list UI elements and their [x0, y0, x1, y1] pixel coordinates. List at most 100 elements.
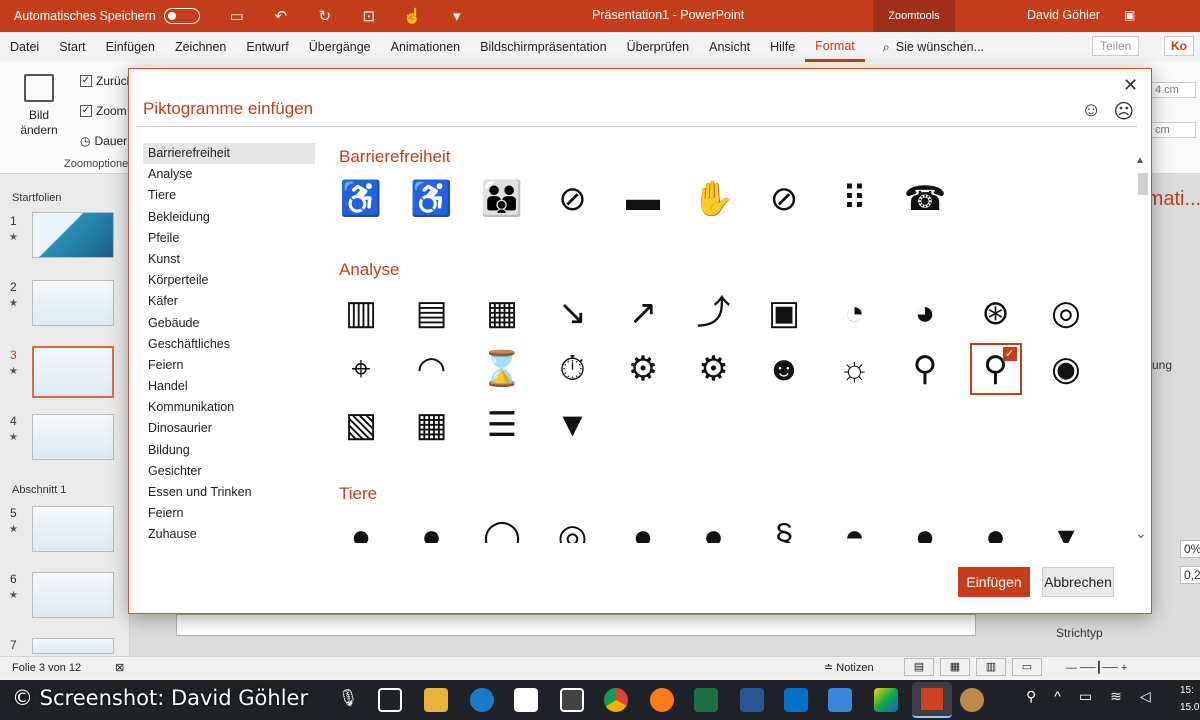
mouse-icon[interactable]: ● — [688, 511, 740, 543]
tab-bildschirmpraesentation[interactable]: Bildschirmpräsentation — [470, 32, 616, 62]
clock[interactable]: 15: 15.05 — [1180, 682, 1200, 716]
gauge-icon[interactable]: ◠ — [406, 343, 458, 395]
gears-icon[interactable]: ⚙ — [688, 343, 740, 395]
presentation-pie-icon[interactable]: ◔ — [829, 287, 881, 339]
ribbon-display-icon[interactable]: ▣ — [1124, 8, 1135, 22]
hourglass-icon[interactable]: ⌛ — [476, 343, 528, 395]
zoom-transition-checkbox[interactable]: ✓ Zoom — [80, 104, 127, 118]
excel-icon[interactable] — [694, 688, 718, 712]
category-item[interactable]: Barrierefreiheit — [143, 143, 315, 165]
category-item[interactable]: Feiern — [143, 355, 315, 376]
bat-icon[interactable]: ▾ — [1040, 511, 1092, 543]
comments-button[interactable]: Ko — [1164, 36, 1194, 56]
present-icon[interactable]: ⊡ — [358, 7, 380, 25]
tab-entwurf[interactable]: Entwurf — [236, 32, 298, 62]
turtle-icon[interactable]: ◓ — [829, 511, 881, 543]
mail-icon[interactable] — [514, 688, 538, 712]
powerpoint-taskbar-button[interactable] — [912, 682, 952, 718]
section-abschnitt-1[interactable]: Abschnitt 1 — [12, 484, 66, 496]
touch-icon[interactable]: ☝ — [402, 7, 424, 25]
cancel-button[interactable]: Abbrechen — [1042, 567, 1114, 597]
section-startfolien[interactable]: Startfolien — [12, 192, 62, 204]
category-item[interactable]: Bekleidung — [143, 207, 315, 228]
word-icon[interactable] — [740, 688, 764, 712]
volume-icon[interactable]: ◁ — [1140, 688, 1151, 705]
frog-icon[interactable]: ● — [899, 511, 951, 543]
tab-einfuegen[interactable]: Einfügen — [96, 32, 165, 62]
slide-thumbnail-1[interactable] — [32, 212, 114, 258]
category-item[interactable]: Feiern — [143, 503, 315, 524]
line-chart-up-icon[interactable]: ↗ — [617, 287, 669, 339]
outlook-icon[interactable] — [784, 688, 808, 712]
category-item[interactable]: Käfer — [143, 291, 315, 312]
strategy-icon[interactable]: ▧ — [335, 399, 387, 451]
undo-icon[interactable]: ↶ — [270, 7, 292, 25]
normal-view-icon[interactable]: ▤ — [904, 658, 934, 676]
tab-uebergaenge[interactable]: Übergänge — [299, 32, 381, 62]
category-item[interactable]: Dinosaurier — [143, 418, 315, 439]
tab-ansicht[interactable]: Ansicht — [699, 32, 760, 62]
app-icon[interactable] — [874, 688, 898, 712]
gallery-scrollbar[interactable]: ▲ ⌄ — [1135, 155, 1149, 541]
magnifier-pulse-icon[interactable]: ⚲ ✓ — [969, 343, 1022, 395]
eye-icon[interactable]: ◉ — [1040, 343, 1092, 395]
funnel-icon[interactable]: ▼ — [547, 399, 599, 451]
tab-zeichnen[interactable]: Zeichnen — [165, 32, 236, 62]
scroll-thumb[interactable] — [1138, 173, 1148, 195]
tell-me-box[interactable]: ⌕ Sie wünschen... — [883, 40, 984, 55]
autosave[interactable]: Automatisches Speichern — [14, 8, 200, 24]
slide-thumbnail-6[interactable] — [32, 572, 114, 618]
stopwatch-icon[interactable]: ⏱ — [547, 343, 599, 395]
bar-chart-up-icon[interactable]: ▦ — [476, 287, 528, 339]
edge-icon[interactable] — [470, 688, 494, 712]
tab-start[interactable]: Start — [49, 32, 95, 62]
slide-thumbnail-4[interactable] — [32, 414, 114, 460]
notes-button[interactable]: ≐ Notizen — [824, 661, 874, 674]
slide-canvas[interactable] — [176, 614, 976, 636]
database-icon[interactable]: ☰ — [476, 399, 528, 451]
transparency-field[interactable]: 0% — [1180, 540, 1200, 558]
scroll-up-icon[interactable]: ▲ — [1135, 155, 1145, 166]
reading-view-icon[interactable]: ▥ — [976, 658, 1006, 676]
category-item[interactable]: Gesichter — [143, 461, 315, 482]
save-icon[interactable]: ▭ — [226, 7, 248, 25]
accessibility-icon[interactable]: ⊠ — [115, 661, 124, 674]
duration-field[interactable]: ◷ Dauer — [80, 134, 127, 148]
zoom-slider[interactable]: — ──┃── + — [1066, 661, 1127, 674]
slideshow-view-icon[interactable]: ▭ — [1012, 658, 1042, 676]
wifi-icon[interactable]: ≋ — [1110, 688, 1122, 705]
return-to-zoom-checkbox[interactable]: ✓ Zurück — [80, 74, 133, 88]
sorter-view-icon[interactable]: ▦ — [940, 658, 970, 676]
category-item[interactable]: Kommunikation — [143, 397, 315, 418]
magnifier-icon[interactable]: ⚲ — [899, 343, 951, 395]
slide-thumbnail-5[interactable] — [32, 506, 114, 552]
wheelchair-icon[interactable]: ♿ — [335, 173, 387, 225]
line-chart-points-icon[interactable]: ⤴ — [688, 287, 740, 339]
pie-chart-icon[interactable]: ◕ — [899, 287, 951, 339]
crosshair-icon[interactable]: ⌖ — [335, 343, 387, 395]
store-icon[interactable] — [560, 688, 584, 712]
line-chart-down-icon[interactable]: ↘ — [547, 287, 599, 339]
family-wheelchair-icon[interactable]: 👪 — [476, 173, 528, 225]
bar-chart-down-icon[interactable]: ▤ — [406, 287, 458, 339]
chevron-up-icon[interactable]: ^ — [1054, 688, 1061, 705]
lightbulb-icon[interactable]: ☼ — [829, 343, 881, 395]
category-item[interactable]: Tiere — [143, 185, 315, 206]
target-icon[interactable]: ◎ — [1040, 287, 1092, 339]
slide-thumbnail-7[interactable] — [32, 638, 114, 654]
cat-icon[interactable]: ● — [335, 511, 387, 543]
category-item[interactable]: Analyse — [143, 164, 315, 185]
head-gears-icon[interactable]: ☻ — [758, 343, 810, 395]
snail-icon[interactable]: ◎ — [547, 511, 599, 543]
paint-icon[interactable] — [960, 688, 984, 712]
category-item[interactable]: Kunst — [143, 249, 315, 270]
close-icon[interactable]: ✕ — [1123, 75, 1138, 96]
user-name[interactable]: David Göhler — [1027, 8, 1100, 22]
width-field[interactable]: cm — [1150, 122, 1196, 138]
explorer-icon[interactable] — [424, 688, 448, 712]
firefox-icon[interactable] — [650, 688, 674, 712]
category-item[interactable]: Gebäude — [143, 313, 315, 334]
category-item[interactable]: Körperteile — [143, 270, 315, 291]
hearing-impaired-icon[interactable]: ⊘ — [547, 173, 599, 225]
category-item[interactable]: Geschäftliches — [143, 334, 315, 355]
